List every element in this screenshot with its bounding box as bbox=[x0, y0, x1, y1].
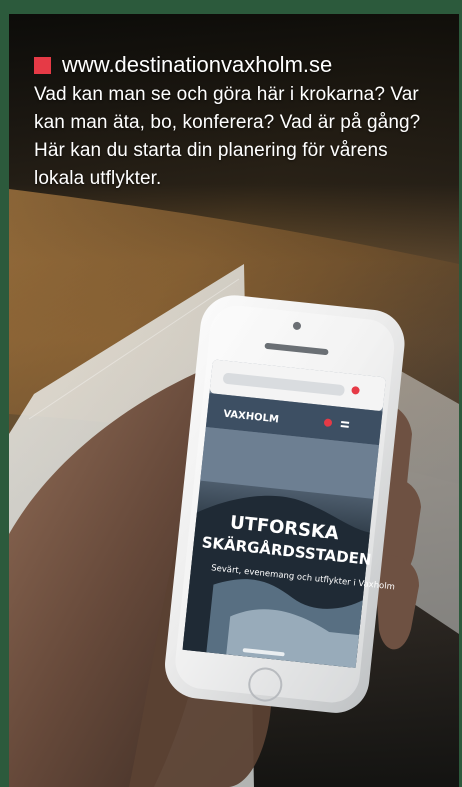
red-square-bullet-icon bbox=[34, 56, 51, 74]
website-link[interactable]: www.destinationvaxholm.se bbox=[62, 50, 332, 80]
article-frame: VAXHOLM UTFORSKA SKÄRGÅRDSSTADEN Sevärt,… bbox=[0, 0, 462, 787]
url-line: www.destinationvaxholm.se bbox=[34, 50, 434, 80]
caption: www.destinationvaxholm.se Vad kan man se… bbox=[34, 50, 434, 193]
description-text: Vad kan man se och göra här i krokarna? … bbox=[34, 84, 421, 189]
